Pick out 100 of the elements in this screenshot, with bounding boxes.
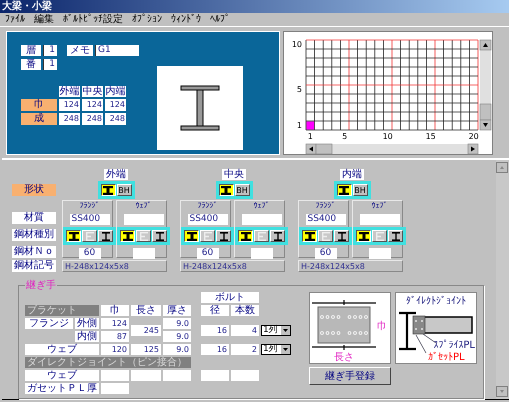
input-field[interactable]	[101, 383, 129, 394]
shape-button[interactable]	[100, 184, 116, 196]
floor-field[interactable]: 1	[43, 44, 57, 56]
thickness-field[interactable]: 9.0	[163, 331, 191, 342]
menu-item[interactable]: ｵﾌﾟｼｮﾝ	[132, 13, 162, 26]
row-label: 材質	[12, 212, 56, 224]
section-type-button[interactable]	[184, 230, 199, 242]
count-field[interactable]: 2	[231, 344, 259, 355]
tick-label: 1	[296, 121, 302, 130]
row-label: 外側	[75, 318, 99, 329]
tick-label: 15	[426, 132, 436, 141]
column-header: 外端	[59, 86, 80, 97]
window-title: 大梁・小梁	[2, 0, 53, 13]
thickness-field[interactable]: 9.0	[163, 344, 191, 355]
column-header: ボルト	[201, 292, 259, 303]
section-header: ダイレクトジョイント（ピン接合）	[25, 357, 191, 368]
number-label: 番	[21, 58, 41, 70]
horizontal-scrollbar[interactable]	[306, 144, 478, 154]
end-label: 内端	[340, 168, 364, 180]
shape-button[interactable]	[218, 184, 234, 196]
steel-number-field[interactable]: 60	[78, 248, 100, 258]
i-beam-icon	[272, 232, 282, 240]
input-field[interactable]	[231, 370, 259, 381]
count-field[interactable]: 4	[231, 324, 259, 336]
menu-item[interactable]: ﾌｧｲﾙ	[5, 13, 25, 26]
width-field[interactable]: 120	[101, 344, 129, 355]
input-field[interactable]	[101, 370, 129, 381]
material-field[interactable]	[242, 214, 282, 224]
i-beam-drawing	[180, 85, 220, 131]
material-field[interactable]: SS400	[306, 214, 346, 224]
column-header: 長さ	[131, 305, 161, 316]
steel-number-field[interactable]: 60	[196, 248, 218, 258]
steel-number-field[interactable]: 60	[314, 248, 336, 258]
h-beam-icon	[122, 232, 132, 240]
input-field[interactable]	[163, 370, 191, 381]
h-beam-icon	[103, 186, 113, 194]
material-field[interactable]: SS400	[70, 214, 110, 224]
row-label: 巾	[21, 99, 57, 111]
diameter-field[interactable]: 16	[201, 324, 229, 336]
section-type-button[interactable]	[66, 230, 81, 242]
table-cell: 248	[105, 113, 126, 125]
table-cell: 248	[82, 113, 103, 125]
i-beam-icon	[154, 232, 164, 240]
row-label: 鋼材Ｎｏ	[12, 246, 56, 258]
memo-field[interactable]: G1	[95, 44, 139, 56]
shape-button[interactable]	[336, 184, 352, 196]
length-field[interactable]: 125	[131, 344, 161, 355]
section-type-button[interactable]	[356, 230, 371, 242]
number-field[interactable]: 1	[43, 58, 57, 70]
menu-item[interactable]: 編集	[34, 13, 54, 26]
i-beam-icon	[100, 232, 110, 240]
register-button[interactable]: 継ぎ手登録	[309, 367, 391, 385]
steel-number-field[interactable]	[250, 248, 272, 258]
i-beam-icon	[218, 232, 228, 240]
section-type-button[interactable]	[120, 230, 135, 242]
input-field[interactable]	[201, 370, 229, 381]
menu-item[interactable]: ｳｨﾝﾄﾞｳ	[171, 13, 201, 26]
shape-label: 形状	[12, 184, 56, 196]
width-field[interactable]: 124	[101, 318, 129, 329]
tick-label: 5	[342, 132, 348, 141]
section-type-button[interactable]	[238, 230, 253, 242]
shape-button[interactable]: BH	[234, 184, 250, 196]
steel-number-field[interactable]	[368, 248, 390, 258]
row-label: 鋼材種別	[12, 229, 56, 241]
row-label: ガセットＰＬ厚	[25, 383, 99, 394]
tick-label: 20	[468, 132, 479, 141]
column-title: ﾌﾗﾝｼﾞ	[316, 201, 336, 211]
input-field[interactable]	[131, 370, 161, 381]
grid-drawing[interactable]	[306, 40, 478, 130]
material-field[interactable]	[124, 214, 164, 224]
shape-button[interactable]: BH	[352, 184, 368, 196]
h-beam-icon	[339, 186, 349, 194]
width-field[interactable]: 87	[101, 331, 129, 342]
column-header: 径	[201, 305, 229, 316]
channel-icon	[374, 232, 384, 240]
row-label: ウェブ	[25, 370, 99, 381]
vertical-scrollbar[interactable]	[480, 40, 492, 130]
material-field[interactable]	[360, 214, 400, 224]
menu-item[interactable]: ﾍﾙﾌﾟ	[210, 13, 230, 26]
splice-plate-label: ｽﾌﾟﾗｲｽPL	[433, 340, 475, 351]
steel-number-field[interactable]	[132, 248, 154, 258]
diameter-field[interactable]: 16	[201, 344, 229, 355]
channel-icon	[202, 232, 212, 240]
column-header: 本数	[231, 305, 259, 316]
end-label: 外端	[104, 168, 128, 180]
thickness-field[interactable]: 9.0	[163, 318, 191, 329]
shape-button[interactable]: BH	[116, 184, 132, 196]
menu-item[interactable]: ﾎﾞﾙﾄﾋﾟｯﾁ設定	[63, 13, 123, 26]
material-field[interactable]: SS400	[188, 214, 228, 224]
section-type-button[interactable]	[302, 230, 317, 242]
length-field[interactable]: 245	[131, 324, 161, 336]
memo-label: メモ	[67, 44, 93, 56]
row-label: 鋼材記号	[12, 260, 56, 272]
h-beam-icon	[358, 232, 368, 240]
column-title: ｳｪﾌﾞ	[372, 201, 388, 211]
h-beam-icon	[221, 186, 231, 194]
table-cell: 248	[59, 113, 80, 125]
table-cell: 124	[82, 99, 103, 111]
column-header: 厚さ	[163, 305, 191, 316]
column-title: ｳｪﾌﾞ	[254, 201, 270, 211]
